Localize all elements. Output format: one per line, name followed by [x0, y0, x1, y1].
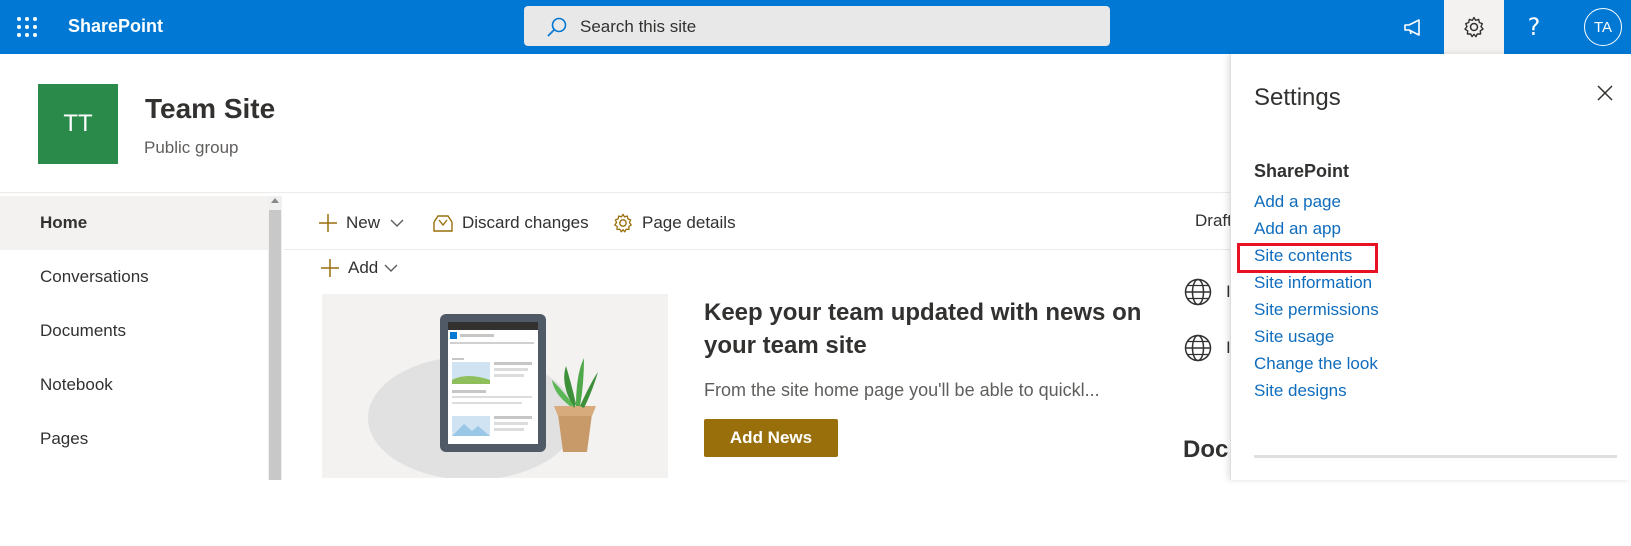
nav-item-pages[interactable]: Pages	[0, 412, 268, 466]
documents-heading: Doc	[1183, 436, 1229, 463]
site-contents-highlight	[1237, 243, 1378, 273]
left-navigation: Home Conversations Documents Notebook Pa…	[0, 196, 268, 480]
user-avatar[interactable]: TA	[1584, 8, 1622, 46]
gear-icon	[1464, 16, 1484, 38]
settings-button[interactable]	[1444, 0, 1504, 54]
add-an-app-link[interactable]: Add an app	[1254, 219, 1341, 239]
add-label: Add	[348, 258, 379, 277]
panel-divider	[1254, 455, 1617, 458]
megaphone-icon	[1404, 19, 1420, 36]
nav-item-home[interactable]: Home	[0, 196, 268, 250]
globe-icon	[1184, 334, 1212, 362]
news-description: From the site home page you'll be able t…	[704, 380, 1100, 400]
announcements-button[interactable]	[1384, 0, 1444, 54]
add-news-button[interactable]: Add News	[704, 419, 838, 457]
site-designs-link[interactable]: Site designs	[1254, 381, 1347, 401]
nav-item-documents[interactable]: Documents	[0, 304, 268, 358]
suite-bar: SharePoint Search this site ? TA	[0, 0, 1631, 54]
plus-icon	[321, 259, 339, 277]
nav-item-notebook[interactable]: Notebook	[0, 358, 268, 412]
add-section-button[interactable]: Add	[320, 255, 398, 281]
question-mark-icon: ?	[1527, 13, 1541, 41]
header-divider	[0, 192, 1230, 193]
site-information-link[interactable]: Site information	[1254, 273, 1372, 293]
add-a-page-link[interactable]: Add a page	[1254, 192, 1341, 212]
news-illustration	[322, 294, 668, 478]
discard-icon	[433, 215, 453, 232]
chevron-down-icon	[384, 264, 398, 272]
tablet-illustration	[368, 314, 598, 478]
close-icon[interactable]	[1594, 82, 1616, 104]
site-subtitle: Public group	[144, 138, 239, 157]
command-bar: New Discard changes Page details	[284, 196, 1230, 250]
page-status: Draft	[1195, 211, 1232, 230]
app-launcher-icon[interactable]	[14, 14, 40, 40]
change-the-look-link[interactable]: Change the look	[1254, 354, 1378, 374]
gear-icon	[614, 213, 632, 233]
nav-item-conversations[interactable]: Conversations	[0, 250, 268, 304]
site-permissions-link[interactable]: Site permissions	[1254, 300, 1379, 320]
site-title[interactable]: Team Site	[145, 93, 275, 125]
discard-changes-button[interactable]: Discard changes	[432, 210, 589, 236]
globe-icon	[1184, 278, 1212, 306]
news-title: Keep your team updated with news on your…	[704, 299, 1142, 359]
app-name[interactable]: SharePoint	[68, 16, 163, 37]
search-box[interactable]: Search this site	[524, 6, 1110, 46]
chevron-down-icon	[390, 219, 404, 227]
discard-label: Discard changes	[462, 213, 589, 232]
scrollbar-thumb[interactable]	[269, 210, 281, 480]
page-details-label: Page details	[642, 213, 736, 232]
search-placeholder: Search this site	[580, 17, 697, 36]
site-logo[interactable]: TT	[38, 84, 118, 164]
new-button[interactable]: New	[318, 210, 412, 236]
site-usage-link[interactable]: Site usage	[1254, 327, 1334, 347]
scroll-up-arrow-icon[interactable]	[271, 198, 279, 203]
new-label: New	[346, 213, 381, 232]
settings-section-heading: SharePoint	[1254, 161, 1350, 181]
settings-panel-title: Settings	[1254, 84, 1341, 111]
help-button[interactable]: ?	[1504, 0, 1564, 54]
plus-icon	[319, 214, 337, 232]
nav-scrollbar[interactable]	[268, 196, 282, 480]
search-icon	[547, 17, 567, 37]
page-details-button[interactable]: Page details	[612, 210, 736, 236]
